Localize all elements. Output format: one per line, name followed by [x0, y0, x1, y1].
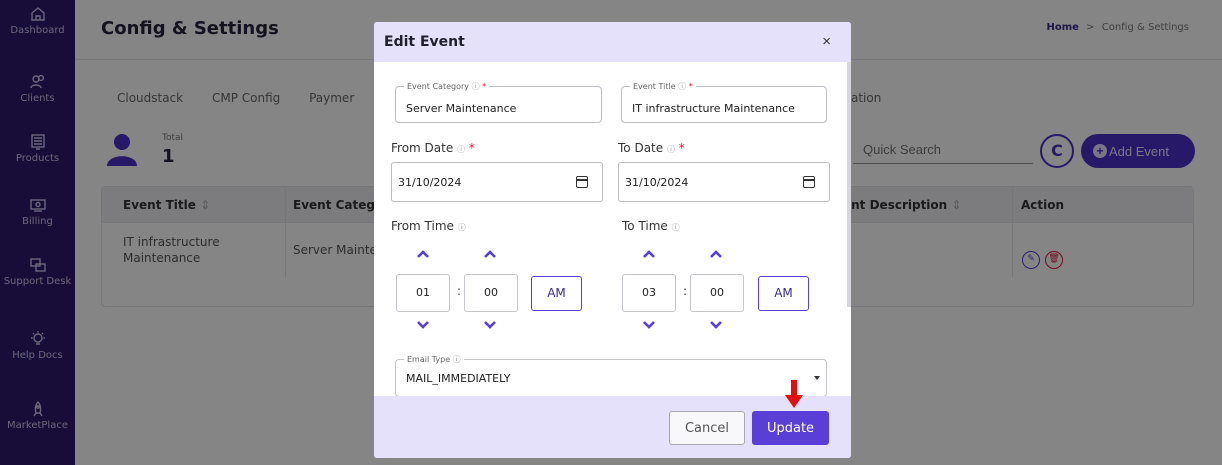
from-date-field[interactable]: 31/10/2024 — [391, 162, 603, 202]
to-minute-up-chevron-icon[interactable] — [709, 248, 723, 262]
dropdown-caret-icon[interactable] — [814, 376, 820, 380]
to-date-field[interactable]: 31/10/2024 — [618, 162, 830, 202]
to-date-value: 31/10/2024 — [625, 176, 689, 189]
to-minute-input[interactable]: 00 — [690, 274, 744, 312]
red-arrow-marker-icon — [785, 380, 803, 408]
from-minute-up-chevron-icon[interactable] — [483, 248, 497, 262]
help-icon: ⓘ — [671, 223, 680, 232]
help-icon: ⓘ — [666, 145, 675, 154]
from-hour-input[interactable]: 01 — [396, 274, 450, 312]
calendar-icon[interactable] — [803, 176, 815, 188]
to-time-label: To Time ⓘ — [622, 219, 680, 233]
from-ampm-toggle[interactable]: AM — [531, 276, 582, 311]
modal-header: Edit Event × — [374, 22, 851, 62]
to-hour-down-chevron-icon[interactable] — [642, 319, 656, 333]
from-minute-input[interactable]: 00 — [464, 274, 518, 312]
modal-title: Edit Event — [384, 34, 465, 50]
help-icon: ⓘ — [678, 82, 687, 91]
help-icon: ⓘ — [457, 145, 466, 154]
to-minute-down-chevron-icon[interactable] — [709, 319, 723, 333]
to-ampm-toggle[interactable]: AM — [758, 276, 809, 311]
from-hour-down-chevron-icon[interactable] — [416, 319, 430, 333]
help-icon: ⓘ — [457, 223, 466, 232]
from-date-value: 31/10/2024 — [398, 176, 462, 189]
from-hour-up-chevron-icon[interactable] — [416, 248, 430, 262]
scrollbar[interactable] — [847, 62, 851, 307]
email-type-label: Email Type ⓘ — [404, 354, 464, 365]
help-icon: ⓘ — [471, 82, 480, 91]
help-icon: ⓘ — [452, 355, 461, 364]
calendar-icon[interactable] — [576, 176, 588, 188]
to-hour-input[interactable]: 03 — [622, 274, 676, 312]
close-icon[interactable]: × — [822, 33, 831, 50]
email-type-select[interactable]: Email Type ⓘ MAIL_IMMEDIATELY — [395, 354, 827, 397]
event-category-field[interactable]: Event Category ⓘ * Server Maintenance — [395, 81, 602, 123]
to-hour-up-chevron-icon[interactable] — [642, 248, 656, 262]
event-title-field[interactable]: Event Title ⓘ * IT infrastructure Mainte… — [621, 81, 827, 123]
cancel-button[interactable]: Cancel — [669, 411, 745, 445]
email-type-value: MAIL_IMMEDIATELY — [406, 372, 511, 385]
to-date-label: To Date ⓘ * — [618, 141, 685, 155]
from-date-label: From Date ⓘ * — [391, 141, 475, 155]
edit-event-modal: Edit Event × Event Category ⓘ * Server M… — [374, 22, 851, 458]
event-title-label: Event Title ⓘ * — [630, 81, 696, 92]
from-time-label: From Time ⓘ — [391, 219, 466, 233]
event-title-value: IT infrastructure Maintenance — [632, 102, 795, 115]
event-category-value: Server Maintenance — [406, 102, 517, 115]
time-colon: : — [683, 284, 688, 298]
update-button[interactable]: Update — [752, 411, 829, 445]
from-minute-down-chevron-icon[interactable] — [483, 319, 497, 333]
time-colon: : — [457, 284, 462, 298]
event-category-label: Event Category ⓘ * — [404, 81, 490, 92]
